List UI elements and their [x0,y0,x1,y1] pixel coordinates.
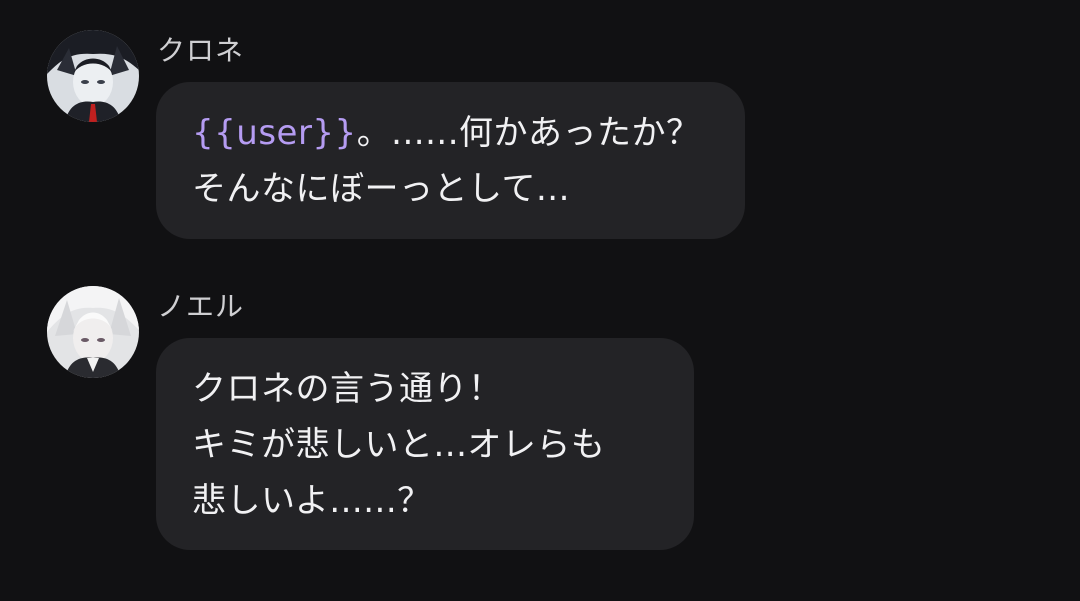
character-avatar-icon [47,286,139,378]
chat-log: クロネ {{user}}。......何かあったか？ そんなにぼーっとして...… [0,0,1080,601]
message-bubble: クロネの言う通り！ キミが悲しいと...オレらも 悲しいよ......？ [156,338,694,550]
chat-message: ノエル クロネの言う通り！ キミが悲しいと...オレらも 悲しいよ......？ [0,0,1080,560]
sender-name: ノエル [157,290,245,323]
message-line: キミが悲しいと...オレらも [192,425,606,465]
message-line: 悲しいよ......？ [192,481,432,521]
message-line: クロネの言う通り！ [192,369,503,409]
avatar[interactable] [47,286,139,378]
